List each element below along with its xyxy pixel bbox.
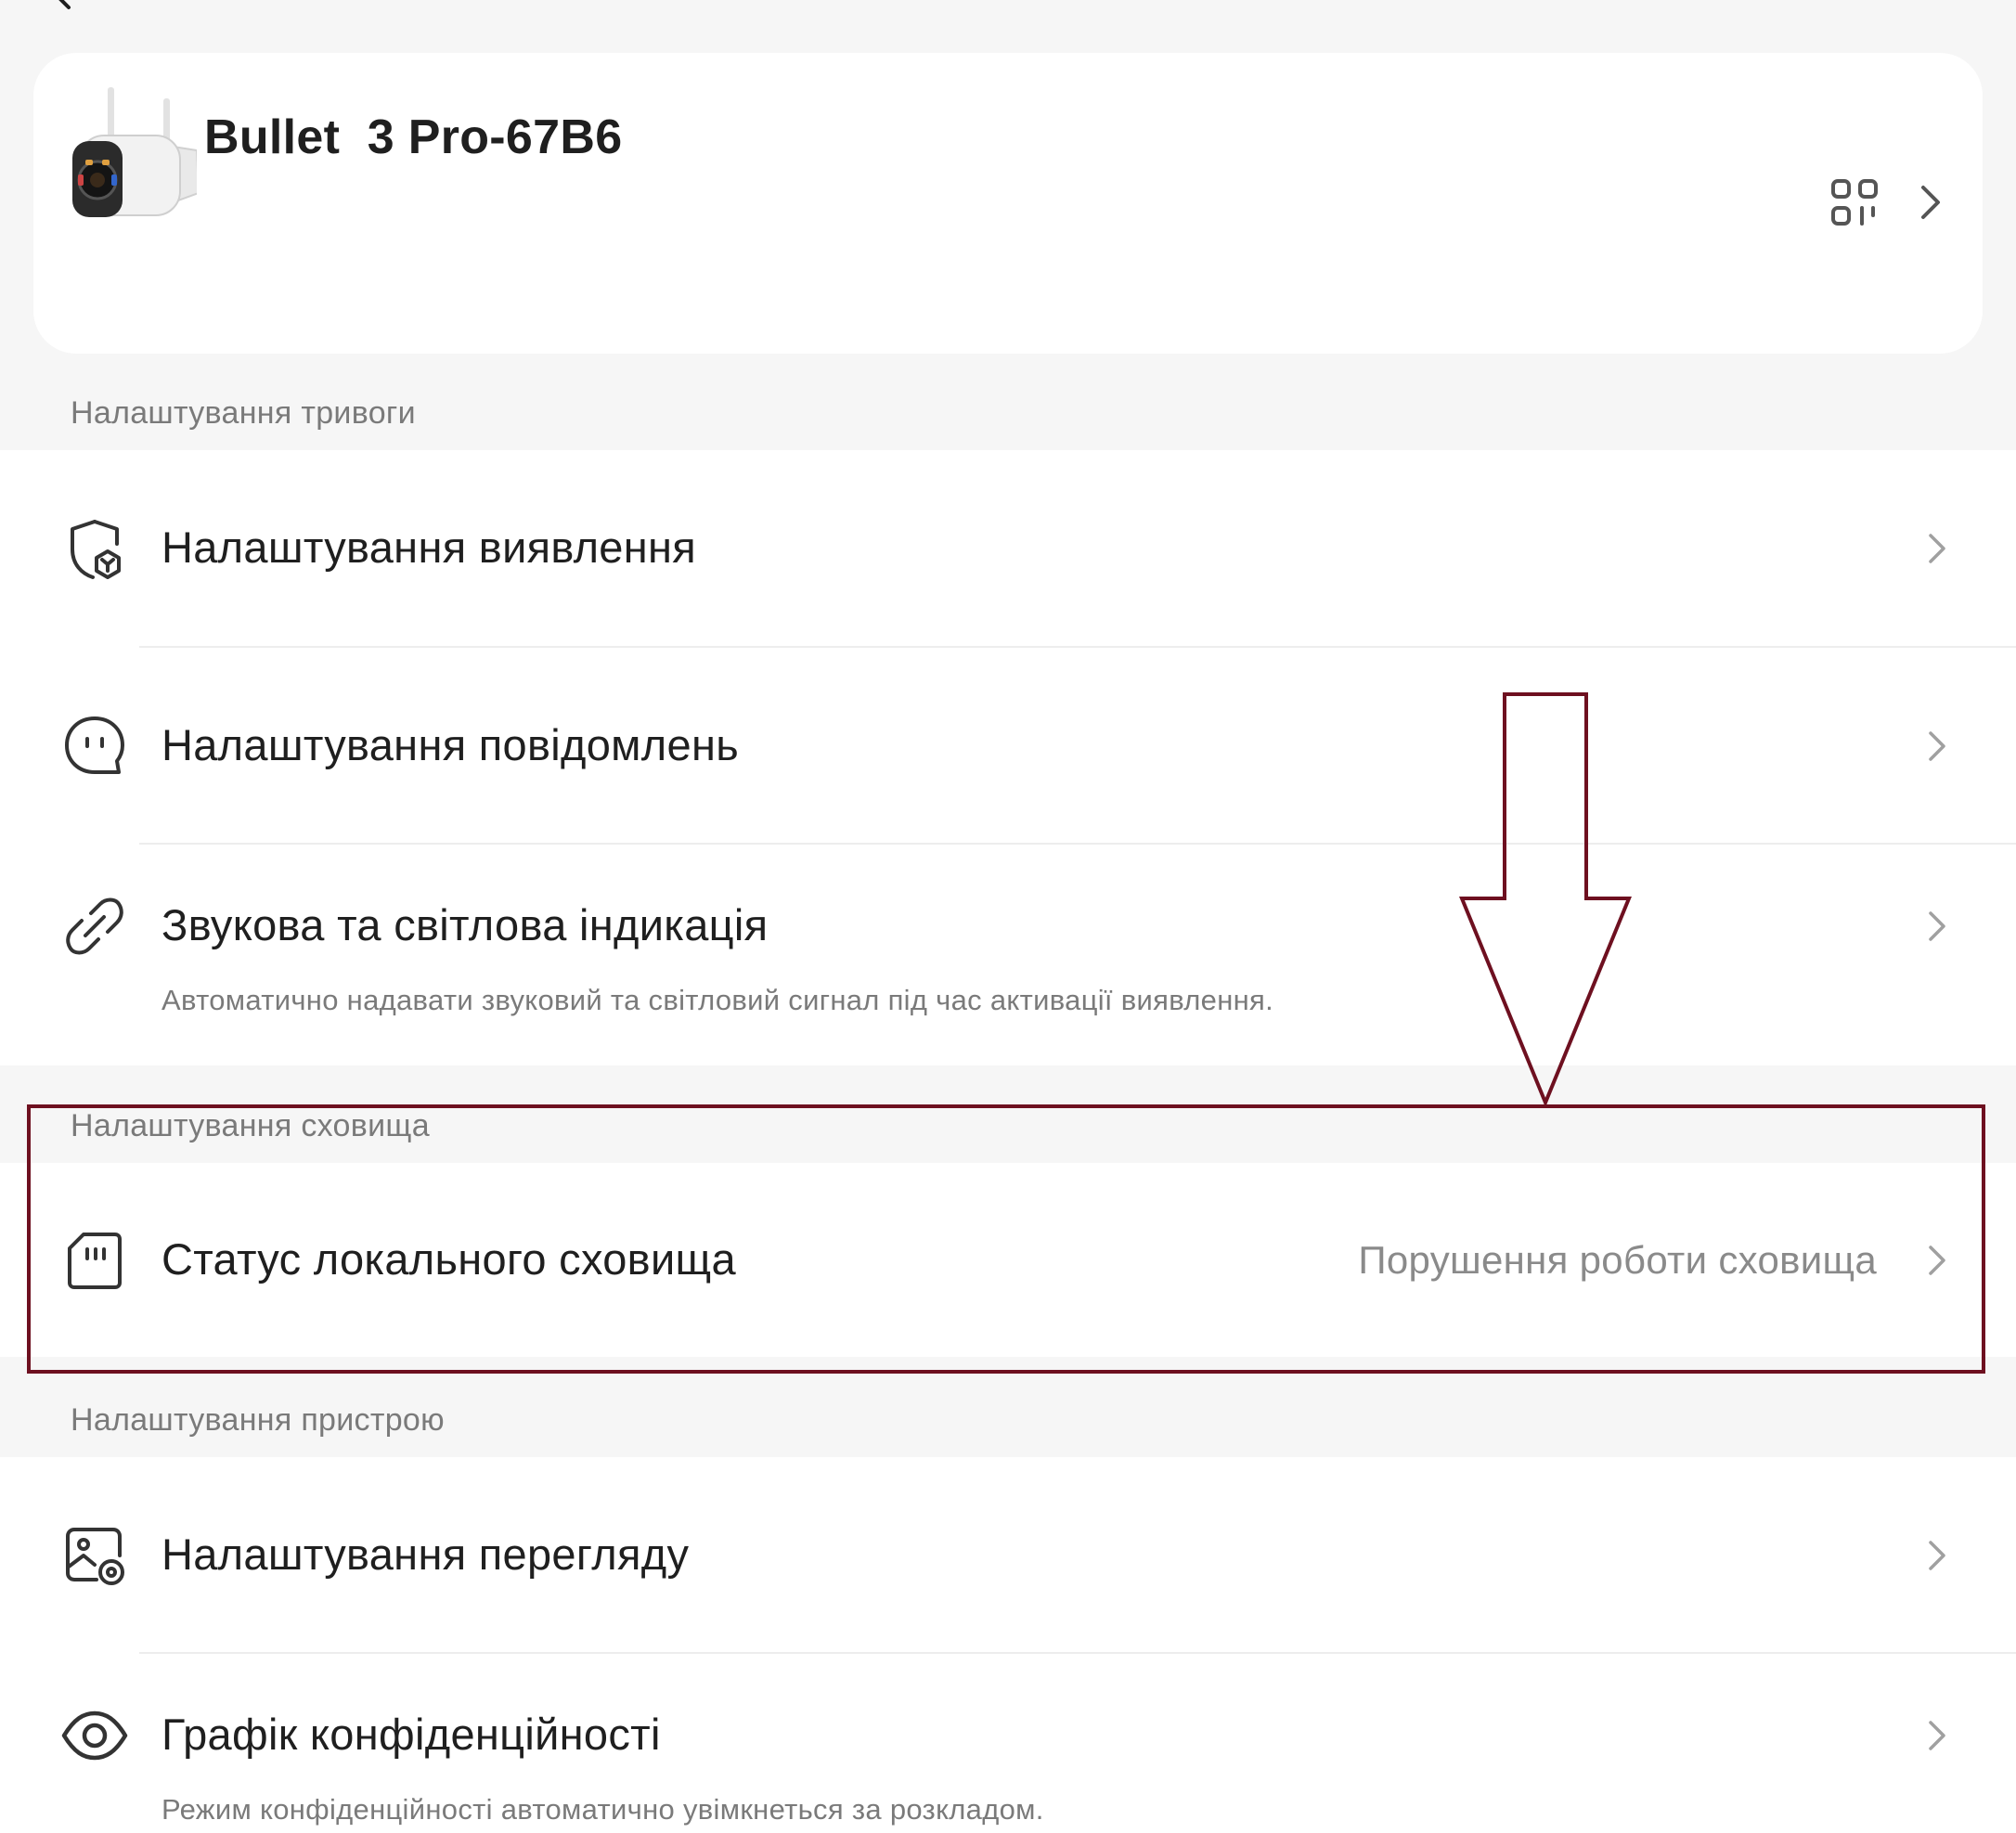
device-name: Bullet 3 Pro-67B6 xyxy=(204,110,623,164)
chevron-right-icon[interactable] xyxy=(1921,1535,1953,1576)
chevron-right-icon[interactable] xyxy=(1921,1715,1953,1756)
link-icon xyxy=(66,897,123,955)
section-header-alarm: Налаштування тривоги xyxy=(71,395,416,431)
section-header-storage: Налаштування сховища xyxy=(71,1108,430,1143)
shield-detection-icon xyxy=(71,520,121,579)
section-header-device: Налаштування пристрою xyxy=(71,1402,445,1438)
row-sound-light-indication[interactable] xyxy=(0,845,2016,1065)
chat-bubble-icon xyxy=(65,716,124,774)
chevron-right-icon[interactable] xyxy=(1921,528,1953,569)
row-label-view-settings: Налаштування перегляду xyxy=(162,1530,690,1579)
image-settings-icon xyxy=(66,1528,124,1585)
row-label-privacy-schedule: Графік конфіденційності xyxy=(162,1710,661,1759)
camera-thumbnail-icon xyxy=(72,87,197,217)
back-arrow-icon[interactable] xyxy=(45,0,82,11)
row-label-sound-light: Звукова та світлова індикація xyxy=(162,900,769,949)
chevron-right-icon[interactable] xyxy=(1921,726,1953,767)
device-card[interactable] xyxy=(33,53,1983,354)
row-subtitle-sound-light: Автоматично надавати звуковий та світлов… xyxy=(162,984,1274,1016)
row-label-local-storage: Статус локального сховища xyxy=(162,1234,736,1284)
eye-icon xyxy=(61,1710,128,1761)
chevron-right-icon[interactable] xyxy=(1921,1240,1953,1281)
qr-code-icon[interactable] xyxy=(1830,178,1879,226)
sd-card-icon xyxy=(68,1233,122,1289)
row-label-detection: Налаштування виявлення xyxy=(162,523,696,572)
chevron-right-icon[interactable] xyxy=(1921,906,1953,947)
row-label-notifications: Налаштування повідомлень xyxy=(162,720,739,769)
chevron-right-icon[interactable] xyxy=(1914,182,1947,223)
storage-status-value: Порушення роботи сховища xyxy=(1358,1238,1877,1282)
row-subtitle-privacy-schedule: Режим конфіденційності автоматично увімк… xyxy=(162,1793,1044,1826)
